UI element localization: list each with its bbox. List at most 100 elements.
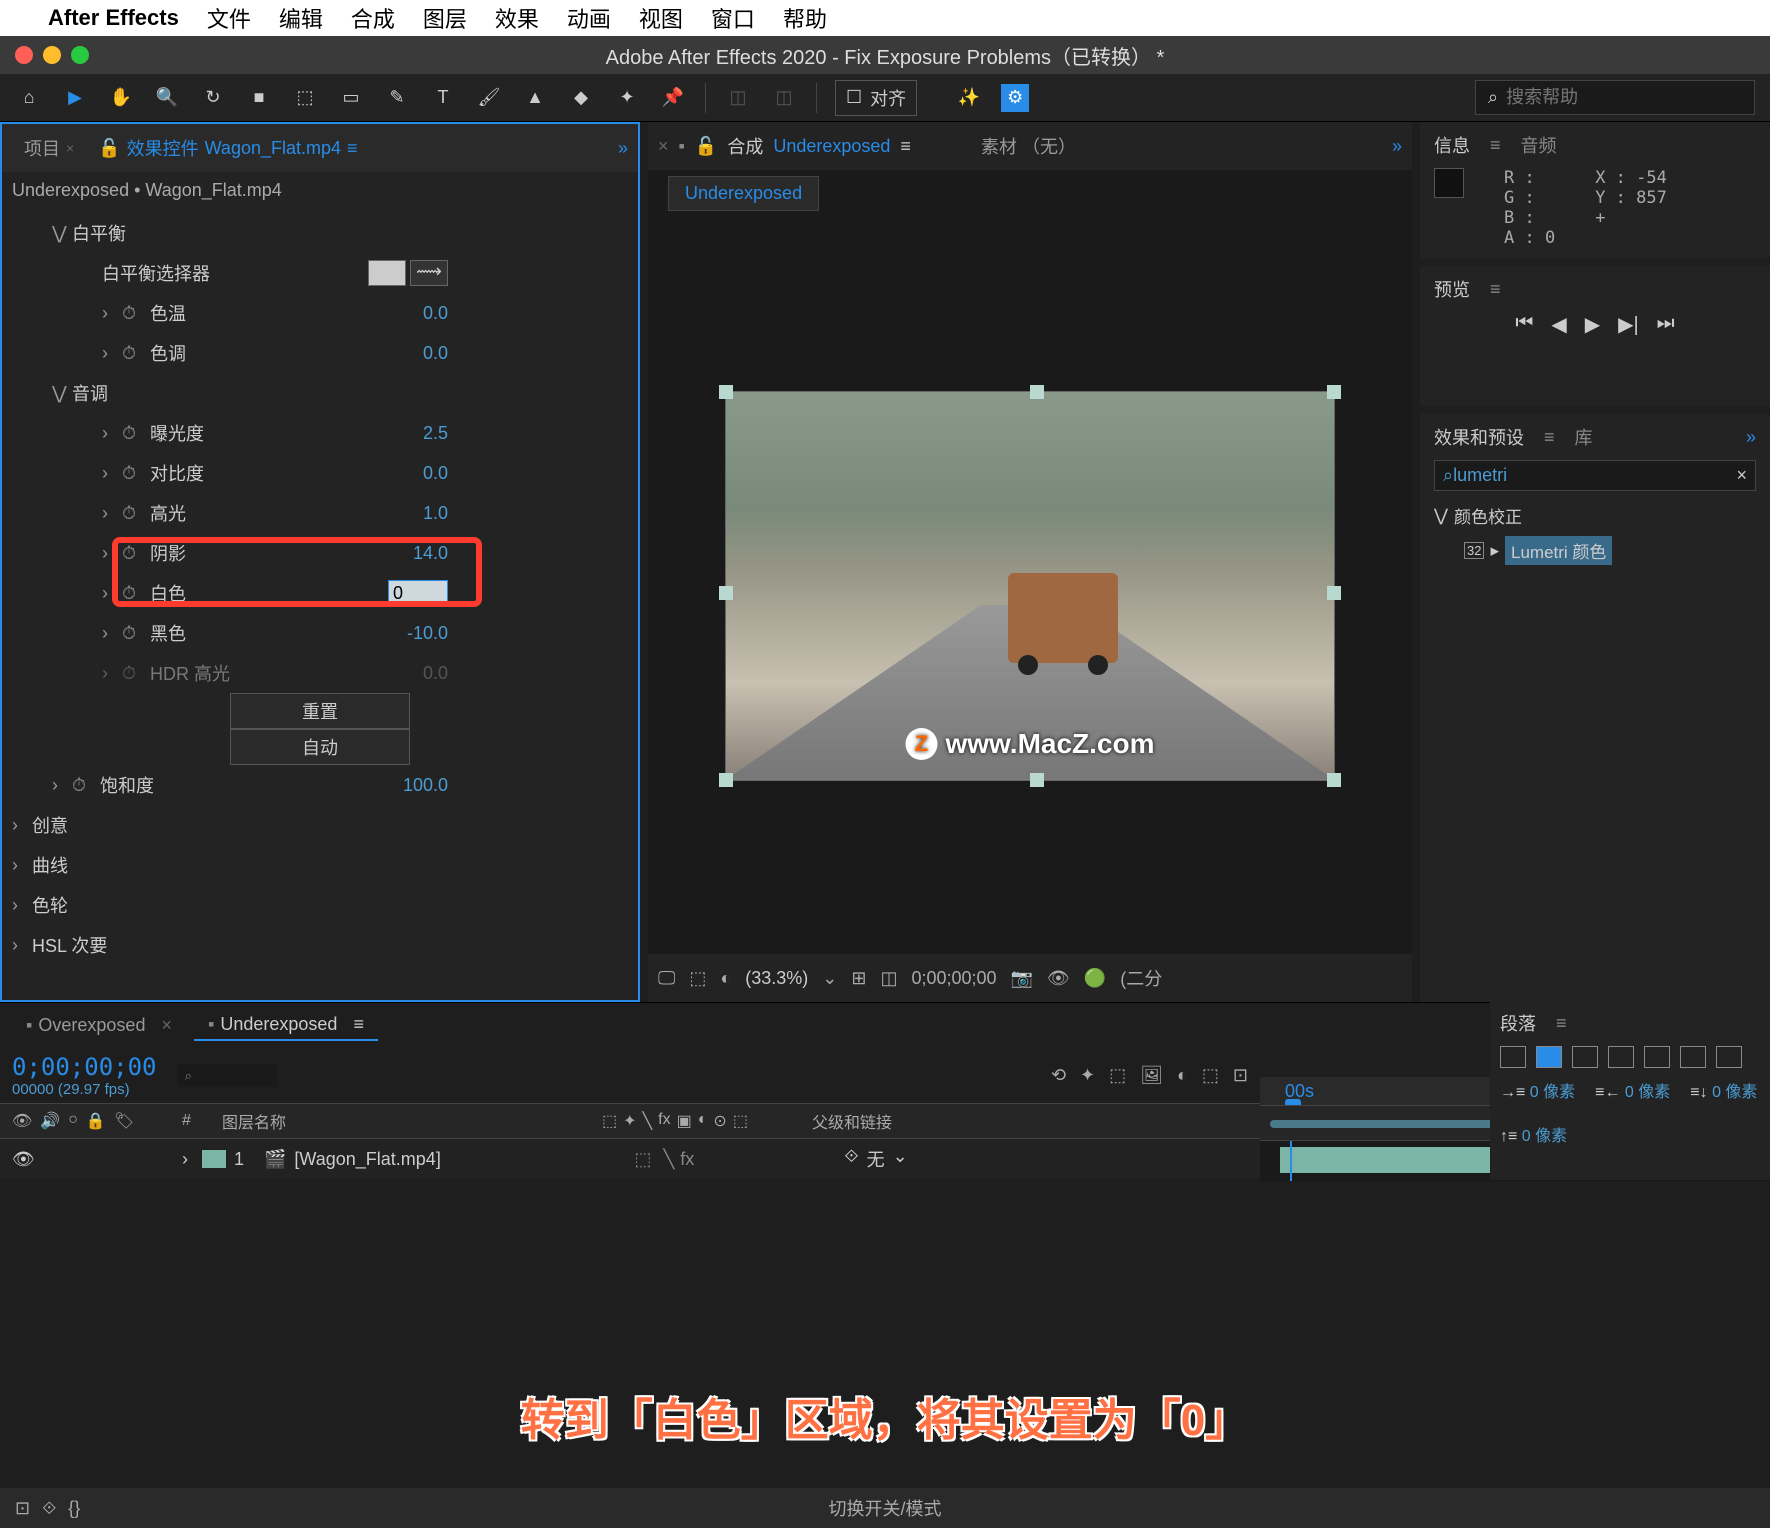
grid-icon[interactable]: ⊞ [851,968,866,989]
effects-search[interactable]: ⌕ × [1434,460,1756,491]
timeline-tab-underexposed[interactable]: ▪Underexposed≡ [194,1010,378,1041]
effect-category[interactable]: ⋁颜色校正 [1434,499,1756,532]
label-icon[interactable]: 🏷 [114,1111,134,1131]
justify-all-icon[interactable] [1716,1046,1742,1068]
panel-menu-icon[interactable]: ≡ [900,136,911,157]
chevron-right-icon[interactable]: › [182,1149,202,1170]
type-tool-icon[interactable]: T [429,84,457,112]
reset-button[interactable]: 重置 [230,693,410,729]
eye-toggle[interactable]: 👁 [12,1149,35,1170]
align-left-icon[interactable] [1500,1046,1526,1068]
wand-icon[interactable]: ✨ [955,84,983,112]
chevron-right-icon[interactable]: › [102,303,122,324]
mask-icon[interactable]: ◐ [720,968,731,989]
close-icon[interactable]: × [66,140,74,156]
menu-effect[interactable]: 效果 [495,2,539,34]
eraser-tool-icon[interactable]: ◆ [567,84,595,112]
panel-overflow-icon[interactable]: » [618,138,628,159]
footer-icon[interactable]: ⊡ [15,1498,30,1519]
eyedropper-icon[interactable]: ⟿ [410,260,448,286]
monitor-icon[interactable]: 🖵 [658,968,675,989]
help-search-input[interactable] [1506,87,1742,108]
audio-icon[interactable]: 🔊 [40,1111,60,1131]
layer-color[interactable] [202,1150,226,1168]
settings-icon[interactable]: ⚙ [1001,84,1029,112]
chevron-right-icon[interactable]: › [102,503,122,524]
auto-button[interactable]: 自动 [230,729,410,765]
help-search[interactable]: ⌕ [1475,80,1755,115]
chevron-right-icon[interactable]: › [102,663,122,684]
chevron-down-icon[interactable]: ⌄ [893,1146,908,1172]
panel-menu-icon[interactable]: ≡ [1490,279,1501,300]
footer-icon[interactable]: ⟐ [42,1498,56,1519]
next-frame-icon[interactable]: ▶| [1618,312,1639,337]
footer-icon[interactable]: {} [68,1498,80,1519]
app-name[interactable]: After Effects [48,5,179,31]
play-icon[interactable]: ▶ [1585,312,1600,337]
value-blacks[interactable]: -10.0 [407,623,448,644]
tl-icon[interactable]: ⟲ [1051,1065,1066,1086]
brush-tool-icon[interactable]: 🖌 [475,84,503,112]
value-highlights[interactable]: 1.0 [423,503,448,524]
current-time[interactable]: 0;00;00;00 [12,1053,157,1081]
menu-view[interactable]: 视图 [639,2,683,34]
chevron-right-icon[interactable]: › [102,543,122,564]
zoom-level[interactable]: (33.3%) [745,968,808,989]
panel-overflow-icon[interactable]: » [1746,427,1756,448]
transform-handle[interactable] [1030,385,1044,399]
chevron-right-icon[interactable]: › [12,895,32,916]
home-icon[interactable]: ⌂ [15,84,43,112]
zoom-tool-icon[interactable]: 🔍 [153,84,181,112]
chevron-right-icon[interactable]: › [12,855,32,876]
orbit-tool-icon[interactable]: ↻ [199,84,227,112]
stopwatch-icon[interactable]: ⏱ [122,623,144,644]
value-shadows[interactable]: 14.0 [413,543,448,564]
pen-tool-icon[interactable]: ✎ [383,84,411,112]
transform-handle[interactable] [1327,773,1341,787]
guides-icon[interactable]: ◫ [880,968,897,989]
hand-tool-icon[interactable]: ✋ [107,84,135,112]
tl-icon[interactable]: ✦ [1080,1065,1095,1086]
panel-menu-icon[interactable]: ≡ [353,1014,364,1035]
chevron-right-icon[interactable]: › [12,815,32,836]
comp-tab-active[interactable]: Underexposed [668,176,819,211]
last-frame-icon[interactable]: ⏭ [1657,312,1675,337]
stopwatch-icon[interactable]: ⏱ [122,343,144,364]
justify-left-icon[interactable] [1608,1046,1634,1068]
align-right-icon[interactable] [1572,1046,1598,1068]
switch-icon[interactable]: ⬚ [602,1111,617,1131]
selection-tool-icon[interactable]: ▶ [61,84,89,112]
chevron-down-icon[interactable]: ⋁ [1434,506,1448,526]
timeline-search[interactable] [177,1064,277,1087]
transform-handle[interactable] [1327,586,1341,600]
clone-tool-icon[interactable]: ▲ [521,84,549,112]
chevron-right-icon[interactable]: › [102,423,122,444]
value-exposure[interactable]: 2.5 [423,423,448,444]
chevron-right-icon[interactable]: › [102,343,122,364]
chevron-down-icon[interactable]: ⌄ [822,968,837,989]
clear-icon[interactable]: × [1736,465,1747,486]
timeline-tab-overexposed[interactable]: ▪Overexposed× [12,1011,186,1040]
resolution-label[interactable]: (二分 [1120,965,1162,991]
value-tint[interactable]: 0.0 [423,343,448,364]
transform-handle[interactable] [1030,773,1044,787]
eye-icon[interactable]: 👁 [12,1111,32,1131]
transform-handle[interactable] [1327,385,1341,399]
stopwatch-icon[interactable]: ⏱ [122,543,144,564]
toggle-switches-button[interactable]: 切换开关/模式 [828,1495,941,1521]
menu-help[interactable]: 帮助 [783,2,827,34]
timeline-layer-row[interactable]: 👁 › 1 🎬 [Wagon_Flat.mp4] ⬚╲fx ⟐无⌄ [0,1139,1260,1179]
panel-menu-icon[interactable]: ≡ [1556,1013,1567,1034]
solo-icon[interactable]: ○ [68,1111,78,1131]
stopwatch-icon[interactable]: ⏱ [122,463,144,484]
panel-menu-icon[interactable]: ≡ [347,138,358,159]
tl-icon[interactable]: ⬚ [1109,1065,1126,1086]
menu-layer[interactable]: 图层 [423,2,467,34]
stopwatch-icon[interactable]: ⏱ [72,775,94,796]
project-tab[interactable]: 项目× [12,135,86,161]
link-icon[interactable]: ⟐ [844,1146,858,1172]
transform-handle[interactable] [719,586,733,600]
justify-center-icon[interactable] [1644,1046,1670,1068]
puppet-tool-icon[interactable]: 📌 [659,84,687,112]
effects-search-input[interactable] [1453,465,1736,486]
